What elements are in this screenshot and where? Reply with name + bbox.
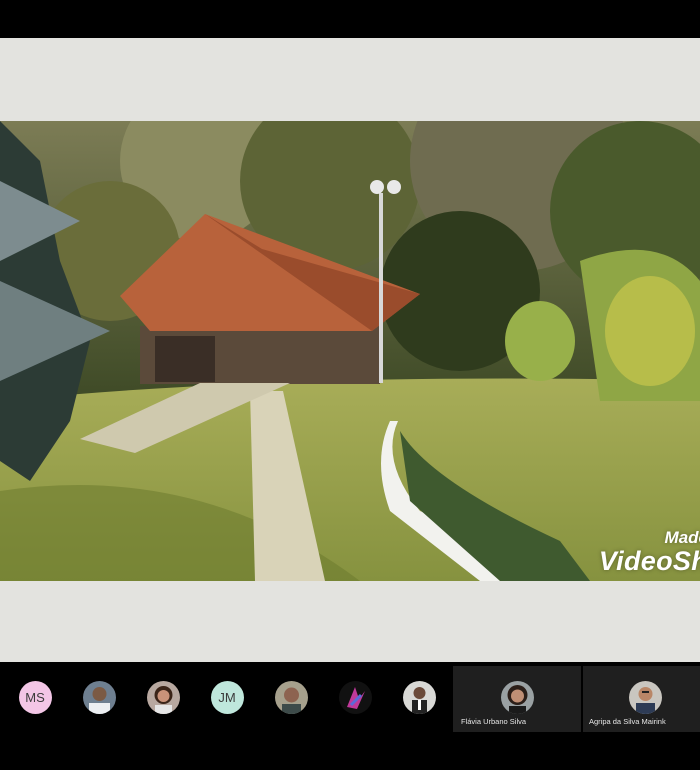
participant-tile[interactable] bbox=[67, 664, 131, 734]
participant-tile[interactable]: JM bbox=[195, 664, 259, 734]
person-photo-icon bbox=[635, 687, 655, 714]
participant-tile-named[interactable]: Agripa da Silva Mairink bbox=[583, 666, 700, 732]
person-photo-icon bbox=[154, 686, 172, 714]
avatar bbox=[500, 681, 534, 714]
top-bar bbox=[0, 0, 700, 38]
participant-tile[interactable]: MS bbox=[3, 664, 67, 734]
participant-tile-named[interactable]: Flávia Urbano Silva bbox=[453, 666, 581, 732]
avatar: MS bbox=[18, 681, 52, 714]
avatar bbox=[146, 681, 180, 714]
watermark-line-2: VideoSh bbox=[598, 546, 700, 576]
video-watermark: Made VideoSh bbox=[598, 528, 700, 576]
abstract-photo-icon bbox=[346, 687, 365, 709]
avatar bbox=[338, 681, 372, 714]
avatar bbox=[274, 681, 308, 714]
participant-tile[interactable] bbox=[387, 664, 451, 734]
participant-tile[interactable] bbox=[131, 664, 195, 734]
shared-video[interactable]: Made VideoSh bbox=[0, 121, 700, 581]
person-photo-icon bbox=[507, 685, 527, 714]
participant-name: Flávia Urbano Silva bbox=[461, 717, 527, 726]
avatar bbox=[82, 681, 116, 714]
avatar bbox=[402, 681, 436, 714]
avatar bbox=[628, 681, 662, 714]
watermark-line-1: Made bbox=[664, 528, 700, 547]
person-photo-icon bbox=[411, 687, 427, 714]
avatar-initials: MS bbox=[25, 690, 45, 705]
bottom-bar bbox=[0, 734, 700, 770]
person-photo-icon bbox=[88, 687, 110, 714]
participant-tile[interactable] bbox=[323, 664, 387, 734]
participant-strip: MS JM Flávia Urbano Silva Agripa da Silv… bbox=[0, 664, 700, 734]
participant-tile[interactable] bbox=[259, 664, 323, 734]
participant-name: Agripa da Silva Mairink bbox=[589, 717, 666, 726]
person-photo-icon bbox=[281, 687, 301, 714]
avatar: JM bbox=[210, 681, 244, 714]
garden-scene bbox=[0, 121, 700, 581]
avatar-initials: JM bbox=[218, 690, 236, 705]
